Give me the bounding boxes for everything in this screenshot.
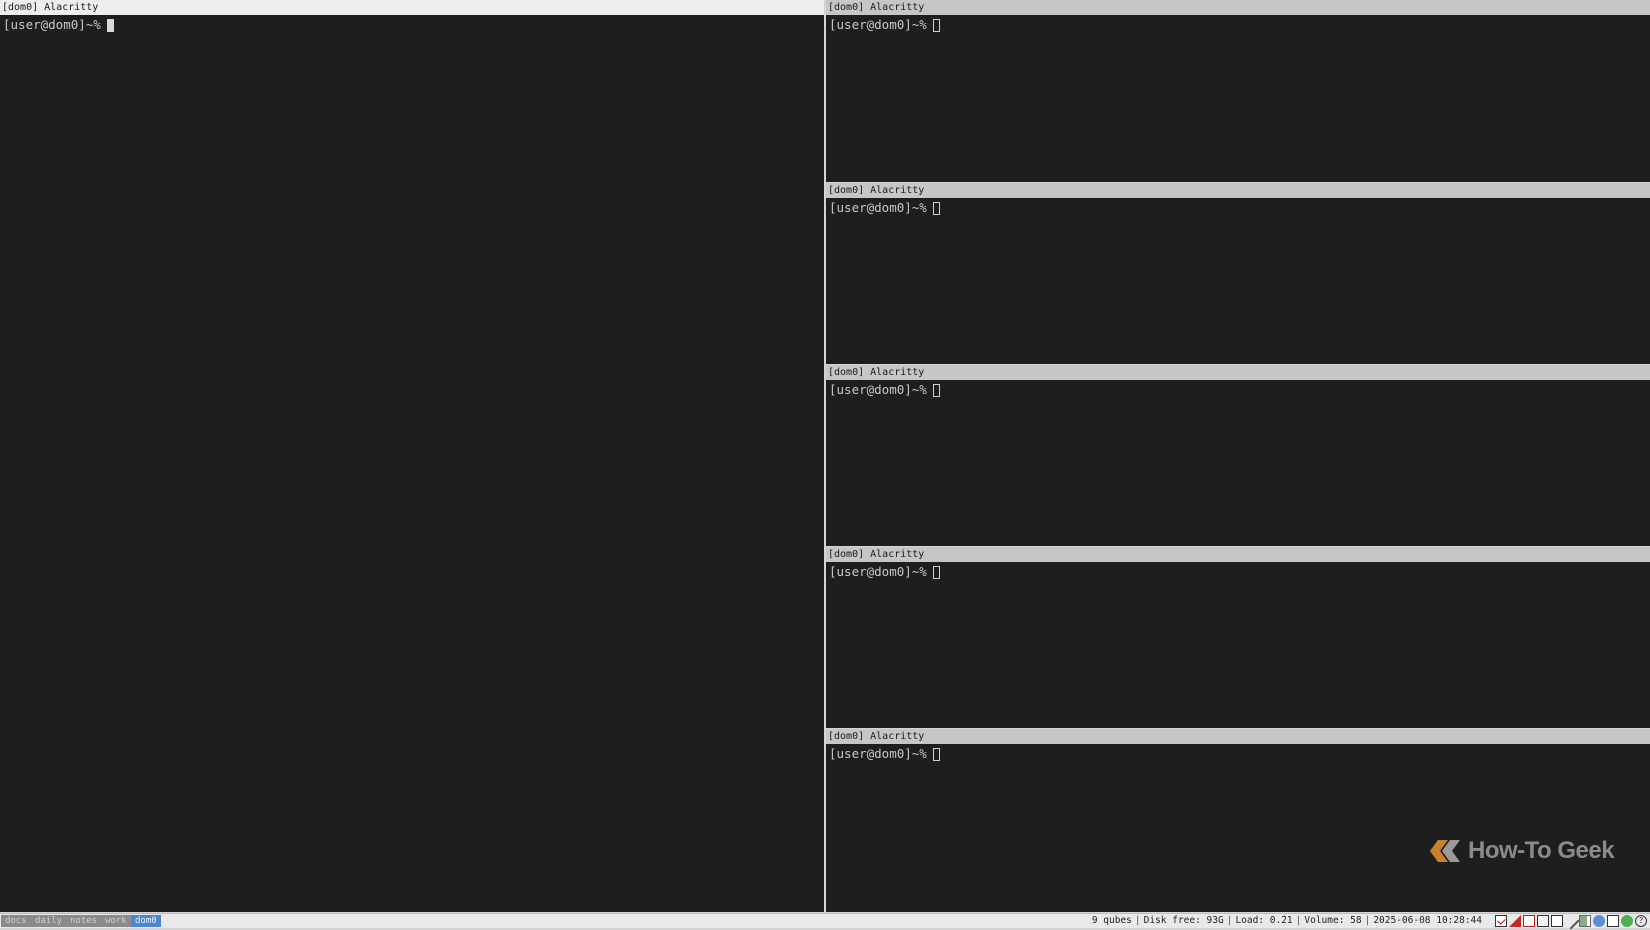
terminal-prompt-line: [user@dom0]~% <box>829 745 1647 763</box>
terminal-area[interactable]: [user@dom0]~% <box>826 380 1650 546</box>
cursor <box>106 18 114 32</box>
prompt-text: [user@dom0]~% <box>3 17 101 32</box>
prompt-text: [user@dom0]~% <box>829 382 927 397</box>
workspace-notes[interactable]: notes <box>66 915 102 927</box>
window-icon[interactable] <box>1551 915 1563 927</box>
workspace-docs[interactable]: docs <box>1 915 31 927</box>
watermark-logo: How-To Geek <box>1428 837 1615 865</box>
status-load: Load: 0.21 <box>1235 915 1293 926</box>
cursor <box>932 747 940 761</box>
terminal-window-right-5[interactable]: [dom0] Alacritty [user@dom0]~% <box>826 729 1650 912</box>
battery-icon[interactable] <box>1579 915 1591 927</box>
workspace-work[interactable]: work <box>101 915 131 927</box>
red-flag-icon[interactable] <box>1509 915 1521 927</box>
workspace-daily[interactable]: daily <box>31 915 67 927</box>
pen-icon[interactable] <box>1562 912 1580 930</box>
prompt-text: [user@dom0]~% <box>829 564 927 579</box>
cursor <box>932 383 940 397</box>
cursor <box>932 18 940 32</box>
terminal-prompt-line: [user@dom0]~% <box>829 381 1647 399</box>
prompt-text: [user@dom0]~% <box>829 746 927 761</box>
window-titlebar[interactable]: [dom0] Alacritty <box>826 0 1650 16</box>
terminal-window-right-2[interactable]: [dom0] Alacritty [user@dom0]~% <box>826 183 1650 364</box>
terminal-prompt-line: [user@dom0]~% <box>829 16 1647 34</box>
separator: | <box>1364 915 1371 926</box>
terminal-window-main[interactable]: [dom0] Alacritty [user@dom0]~% <box>0 0 824 912</box>
cursor <box>932 201 940 215</box>
window-titlebar[interactable]: [dom0] Alacritty <box>826 547 1650 563</box>
separator: | <box>1295 915 1302 926</box>
status-volume: Volume: 58 <box>1304 915 1362 926</box>
prompt-text: [user@dom0]~% <box>829 17 927 32</box>
separator: | <box>1134 915 1141 926</box>
status-dot-icon[interactable] <box>1621 915 1633 927</box>
mail-icon[interactable] <box>1537 915 1549 927</box>
terminal-area[interactable]: [user@dom0]~% <box>826 198 1650 364</box>
terminal-window-right-4[interactable]: [dom0] Alacritty [user@dom0]~% <box>826 547 1650 728</box>
prompt-text: [user@dom0]~% <box>829 200 927 215</box>
terminal-prompt-line: [user@dom0]~% <box>829 563 1647 581</box>
window-titlebar[interactable]: [dom0] Alacritty <box>826 729 1650 745</box>
terminal-window-right-3[interactable]: [dom0] Alacritty [user@dom0]~% <box>826 365 1650 546</box>
terminal-area[interactable]: [user@dom0]~% <box>0 15 824 912</box>
status-bar: docs daily notes work dom0 9 qubes | Disk … <box>0 912 1650 930</box>
network-icon[interactable] <box>1593 915 1605 927</box>
status-info: 9 qubes | Disk free: 93G | Load: 0.21 | Volume… <box>1092 914 1482 928</box>
workspace-dom0[interactable]: dom0 <box>131 915 161 927</box>
terminal-area[interactable]: [user@dom0]~% <box>826 15 1650 182</box>
terminal-area[interactable]: [user@dom0]~% <box>826 744 1650 912</box>
cursor <box>932 565 940 579</box>
terminal-prompt-line: [user@dom0]~% <box>3 16 821 34</box>
help-icon[interactable]: ? <box>1635 915 1647 927</box>
terminal-area[interactable]: [user@dom0]~% <box>826 562 1650 728</box>
how-to-geek-logo-icon <box>1430 840 1460 862</box>
mail-icon[interactable] <box>1495 915 1507 927</box>
window-titlebar[interactable]: [dom0] Alacritty <box>826 365 1650 381</box>
system-tray: ? <box>1495 912 1647 930</box>
watermark-text: How-To Geek <box>1468 837 1615 864</box>
terminal-window-right-1[interactable]: [dom0] Alacritty [user@dom0]~% <box>826 0 1650 182</box>
window-titlebar[interactable]: [dom0] Alacritty <box>0 0 824 16</box>
terminal-prompt-line: [user@dom0]~% <box>829 199 1647 217</box>
status-disk: Disk free: 93G <box>1143 915 1224 926</box>
mail-red-icon[interactable] <box>1523 915 1535 927</box>
status-datetime: 2025-06-08 10:28:44 <box>1373 915 1482 926</box>
mail-icon[interactable] <box>1607 915 1619 927</box>
status-qubes: 9 qubes <box>1091 915 1132 926</box>
window-titlebar[interactable]: [dom0] Alacritty <box>826 183 1650 199</box>
separator: | <box>1226 915 1233 926</box>
